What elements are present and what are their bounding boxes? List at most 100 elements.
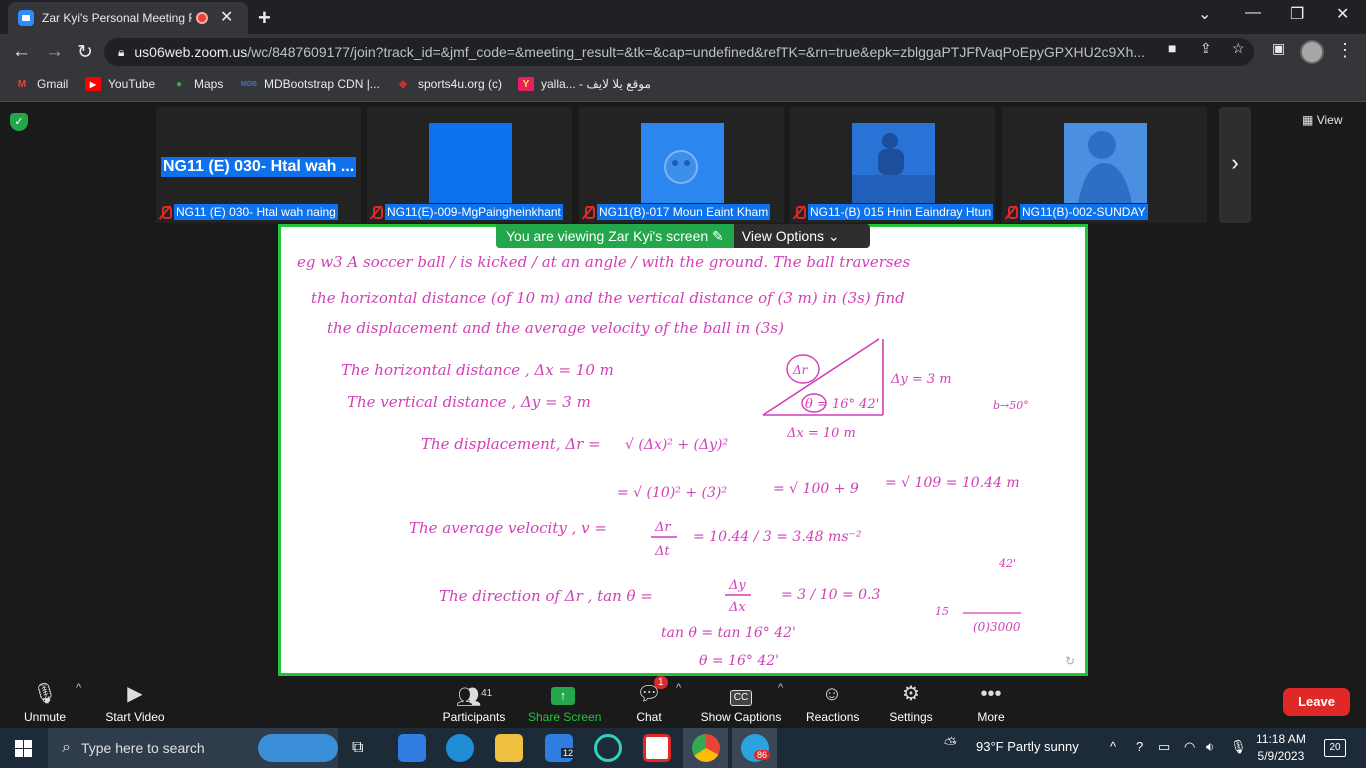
notification-center-icon[interactable]: 20 — [1324, 739, 1346, 757]
taskbar-search-field[interactable]: ⌕ Type here to search — [48, 728, 338, 768]
address-bar-row: ← → ↻ 🔒︎ us06web.zoom.us/wc/8487609177/j… — [0, 34, 1366, 70]
side-note: b→50° — [993, 399, 1029, 412]
profile-avatar[interactable] — [1300, 40, 1324, 64]
edge-icon[interactable] — [446, 734, 474, 762]
back-icon[interactable]: ← — [12, 41, 31, 63]
url-text: us06web.zoom.us/wc/8487609177/join?track… — [134, 44, 1145, 60]
help-icon[interactable]: ? — [1136, 739, 1143, 754]
muted-mic-icon — [1004, 205, 1018, 219]
minimize-icon[interactable]: — — [1245, 4, 1261, 22]
annotate-pen-icon: ✎ — [712, 227, 724, 244]
tray-chevron-icon[interactable]: ^ — [1110, 739, 1116, 754]
bookmark-sports4u[interactable]: ◆ sports4u.org (c) — [395, 77, 502, 91]
triangle-dy-label: Δy = 3 m — [890, 372, 952, 387]
browser-menu-icon[interactable]: ⋮ — [1336, 40, 1354, 61]
bookmark-youtube[interactable]: ▶ YouTube — [85, 77, 155, 91]
reload-icon[interactable]: ↻ — [77, 41, 93, 64]
participant-tile[interactable]: NG11(B)-017 Moun Eaint Kham — [579, 107, 784, 223]
captions-options-caret[interactable]: ^ — [778, 682, 783, 694]
maps-icon: ● — [175, 78, 183, 90]
system-clock[interactable]: 11:18 AM 5/9/2023 — [1256, 731, 1306, 765]
opera-icon[interactable] — [594, 734, 622, 762]
bookmark-maps[interactable]: ● Maps — [171, 77, 223, 91]
video-off-icon: ▶︎ — [127, 683, 143, 705]
restore-icon[interactable]: ❐ — [1290, 4, 1304, 24]
direction-calc: = 3 / 10 = 0.3 — [781, 587, 881, 603]
bookmark-mdbootstrap[interactable]: MDB MDBootstrap CDN |... — [241, 77, 380, 91]
displacement-calc-2: = √ 100 + 9 — [773, 481, 859, 497]
sports4u-icon: ◆ — [399, 78, 407, 90]
settings-button[interactable]: ⚙︎ Settings — [888, 681, 934, 724]
next-page-button[interactable]: › — [1219, 107, 1251, 223]
view-options-button[interactable]: View Options ⌄ — [734, 224, 840, 248]
tab-title: Zar Kyi's Personal Meeting Ro — [42, 11, 192, 25]
muted-mic-icon — [369, 205, 383, 219]
muted-mic-icon — [792, 205, 806, 219]
chat-options-caret[interactable]: ^ — [676, 682, 681, 694]
leave-button[interactable]: Leave — [1283, 688, 1350, 716]
participants-button[interactable]: 👥︎41 Participants — [442, 681, 506, 724]
participant-tile[interactable]: NG11 (E) 030- Htal wah ... NG11 (E) 030-… — [156, 107, 361, 223]
recording-icon — [196, 12, 208, 24]
side-note: 15 — [935, 605, 949, 618]
wifi-icon[interactable]: ◠ — [1184, 739, 1195, 755]
battery-icon[interactable]: ▭ — [1158, 739, 1170, 755]
bookmark-yalla[interactable]: Y yalla... - موقع يلا لايف — [518, 77, 651, 91]
close-window-icon[interactable]: ✕ — [1336, 4, 1349, 24]
weather-text[interactable]: 93°F Partly sunny — [976, 739, 1079, 754]
youtube-icon: ▶ — [85, 77, 101, 91]
new-tab-button[interactable]: + — [258, 5, 271, 31]
mdb-icon: MDB — [241, 80, 257, 88]
participant-tile[interactable]: NG11-(B) 015 Hnin Eaindray Htun — [790, 107, 995, 223]
start-video-button[interactable]: ▶︎ Start Video — [104, 681, 166, 724]
bookmark-star-icon[interactable]: ☆ — [1232, 40, 1245, 57]
camera-icon[interactable]: ■ — [1168, 40, 1176, 56]
pdf-app-icon[interactable] — [643, 734, 671, 762]
velocity-frac-bot: Δt — [654, 544, 670, 559]
microphone-icon[interactable]: 🎙︎ — [1230, 739, 1247, 755]
windows-taskbar: ⌕ Type here to search ⧉ 12 86 ⛅︎ 93°F Pa… — [0, 728, 1366, 768]
volume-icon[interactable]: 🔉︎ — [1206, 739, 1214, 755]
side-note: (0)3000 — [973, 620, 1021, 634]
participant-name-large: NG11 (E) 030- Htal wah ... — [161, 157, 357, 177]
participant-tile[interactable]: NG11(E)-009-MgPaingheinkhant — [367, 107, 572, 223]
shared-screen[interactable]: eg w3 A soccer ball / is kicked / at an … — [278, 224, 1088, 676]
direction-frac-bot: Δx — [728, 600, 746, 615]
share-page-icon[interactable]: ⇪ — [1200, 40, 1212, 57]
url-field[interactable]: 🔒︎ us06web.zoom.us/wc/8487609177/join?tr… — [104, 38, 1254, 66]
yalla-icon: Y — [518, 77, 534, 91]
share-screen-button[interactable]: ↑ Share Screen — [528, 681, 601, 724]
tab-close-button[interactable]: ✕ — [220, 10, 233, 26]
microsoft-store-icon[interactable] — [398, 734, 426, 762]
side-note: 42' — [998, 557, 1016, 570]
show-captions-button[interactable]: CC Show Captions — [700, 681, 782, 724]
forward-icon[interactable]: → — [45, 41, 64, 63]
file-explorer-icon[interactable] — [495, 734, 523, 762]
problem-line-3: the displacement and the average velocit… — [327, 319, 784, 337]
bookmark-gmail[interactable]: M Gmail — [14, 77, 69, 91]
lock-icon[interactable]: 🔒︎ — [118, 45, 124, 60]
participant-label: NG11(B)-002-SUNDAY — [1004, 203, 1148, 221]
participant-tile[interactable]: NG11(B)-002-SUNDAY — [1002, 107, 1207, 223]
side-panel-icon[interactable]: ▣ — [1272, 40, 1285, 57]
encryption-shield-icon[interactable]: ✓ — [10, 113, 28, 131]
chrome-icon[interactable] — [692, 734, 720, 762]
reactions-button[interactable]: ☺︎ Reactions — [806, 681, 859, 724]
displacement-label: The displacement, Δr = — [421, 435, 601, 453]
unmute-button[interactable]: 🎙︎ Unmute — [22, 681, 68, 724]
view-button[interactable]: ▦ View — [1302, 113, 1342, 127]
task-view-icon[interactable]: ⧉ — [352, 739, 363, 757]
canvas-resize-icon[interactable]: ↻ — [1065, 654, 1075, 668]
browser-tab[interactable]: Zar Kyi's Personal Meeting Ro ✕ — [8, 2, 248, 34]
participant-video — [429, 123, 512, 203]
tab-search-icon[interactable]: ⌄ — [1198, 4, 1211, 24]
participant-video — [1064, 123, 1147, 203]
grid-icon: ▦ — [1302, 113, 1314, 127]
reactions-icon: ☺︎ — [821, 683, 843, 705]
velocity-frac-top: Δr — [654, 520, 671, 535]
windows-start-icon[interactable] — [15, 740, 32, 757]
direction-label: The direction of Δr , tan θ = — [439, 587, 653, 605]
more-button[interactable]: ••• More — [974, 681, 1008, 724]
displacement-calc-3: = √ 109 = 10.44 m — [885, 475, 1020, 491]
audio-options-caret[interactable]: ^ — [76, 682, 81, 694]
